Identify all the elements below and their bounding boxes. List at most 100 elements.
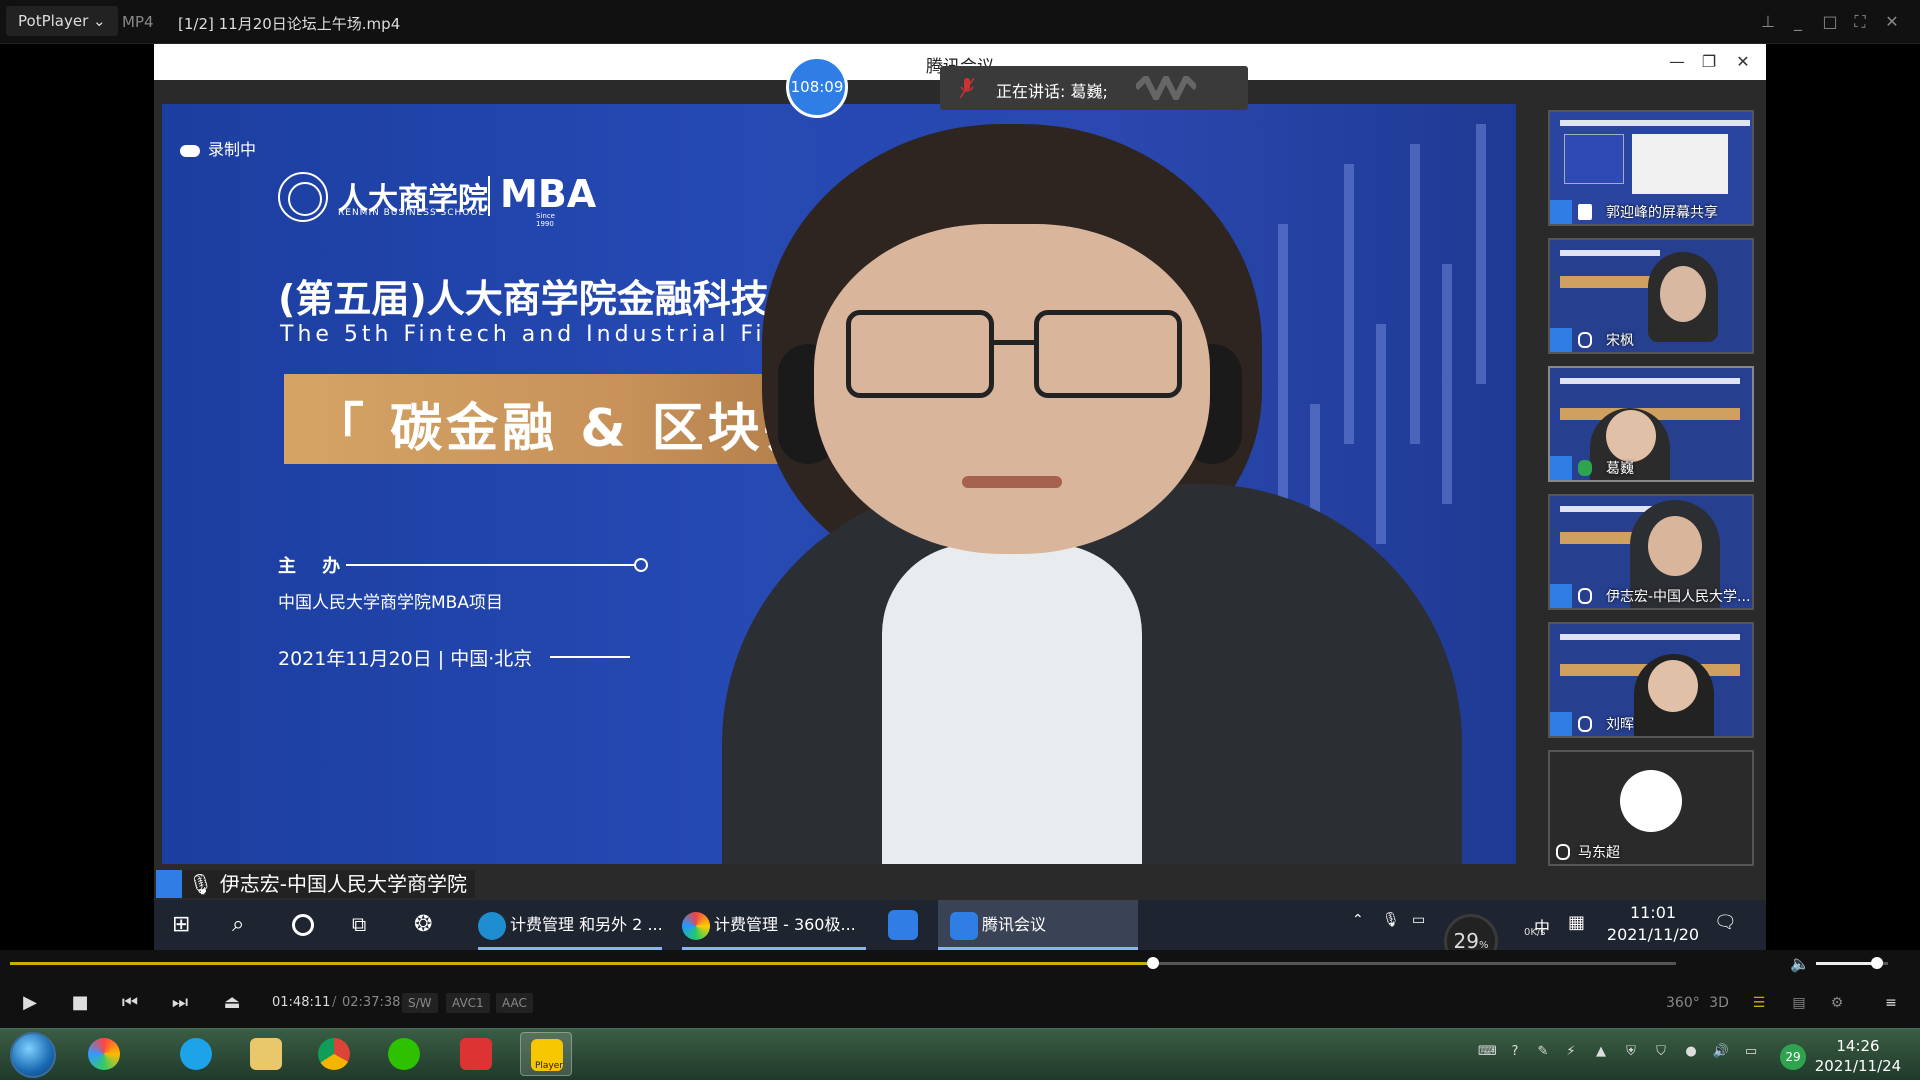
meeting-minimize-icon[interactable]: — (1664, 50, 1690, 74)
audio-codec-tag[interactable]: AAC (496, 993, 533, 1013)
menu-icon[interactable]: ≡ (1876, 990, 1906, 1016)
participant-bar: 葛巍 (1550, 456, 1750, 480)
mic-muted-icon (1556, 844, 1570, 860)
slide-title: (第五届)人大商学院金融科技 (278, 277, 769, 321)
close-button[interactable]: ✕ (1880, 10, 1904, 34)
tray-chevron-up-icon[interactable]: ⌃ (1352, 912, 1378, 938)
mic-icon[interactable]: 🎙 (1382, 912, 1408, 938)
preview-line (1560, 378, 1740, 384)
taskbar-app-tencent-meeting[interactable]: 腾讯会议 (938, 900, 1138, 950)
playlist-search-icon[interactable]: ☰ (1744, 990, 1774, 1016)
tray-badge[interactable]: 29 (1780, 1044, 1806, 1070)
volume-icon[interactable]: 🔈 (1790, 954, 1810, 974)
browser-icon (180, 1038, 212, 1070)
speaker-icon[interactable]: 🔊 (1712, 1044, 1730, 1062)
participant-bar: 伊志宏-中国人民大学... (1550, 584, 1750, 608)
audio-wave-icon (1136, 76, 1196, 100)
calendar-grid-icon[interactable]: ▦ (1568, 912, 1594, 938)
inner-clock[interactable]: 11:01 2021/11/20 (1598, 902, 1708, 946)
maximize-button[interactable]: □ (1818, 10, 1842, 34)
speaker-shirt (882, 544, 1142, 864)
user-icon (156, 870, 182, 898)
potplayer-menu-button[interactable]: PotPlayer ⌄ (6, 6, 118, 36)
settings-gear-icon[interactable]: ⚙ (1822, 990, 1852, 1016)
zoom-icon[interactable] (888, 910, 918, 940)
slide-date-place: 2021年11月20日 | 中国·北京 (278, 648, 533, 670)
taskbar-app-pinwheel[interactable] (78, 1032, 130, 1076)
minimize-button[interactable]: _ (1786, 10, 1810, 34)
speaker-mouth (962, 476, 1062, 488)
chapter-icon[interactable]: ▤ (1784, 990, 1814, 1016)
preview-banner (1560, 276, 1650, 288)
taskbar-app-explorer[interactable] (240, 1032, 292, 1076)
keyboard-icon[interactable]: ⌨ (1478, 1044, 1497, 1062)
stop-button[interactable]: ■ (66, 990, 94, 1016)
ime-indicator[interactable]: 中 (1534, 914, 1560, 940)
taskbar-app-browser[interactable] (170, 1032, 222, 1076)
network-icon[interactable]: ▭ (1742, 1044, 1760, 1062)
taskbar-app-wps[interactable] (450, 1032, 502, 1076)
meeting-restore-icon[interactable]: ❐ (1696, 50, 1722, 74)
school-seal-icon (278, 172, 328, 222)
taskbar-app-potplayer[interactable]: Player (520, 1032, 572, 1076)
participant-tile-madongchao[interactable]: 马东超 (1548, 750, 1754, 866)
screen-share-icon (1578, 204, 1592, 220)
slide-banner: 「 碳金融 & 区块链 (284, 374, 844, 464)
security-icon[interactable]: ⛨ (1622, 1044, 1640, 1062)
usb-icon[interactable]: ⚡ (1562, 1044, 1580, 1062)
glasses-icon (846, 310, 994, 398)
task-view-icon[interactable]: ⧉ (352, 912, 378, 938)
vr360-button[interactable]: 360° (1666, 990, 1700, 1016)
mic-icon: 🎙 (188, 872, 214, 896)
preview-box (1564, 134, 1624, 184)
taskbar-app-chrome[interactable] (308, 1032, 360, 1076)
meeting-close-icon[interactable]: ✕ (1730, 50, 1756, 74)
chevron-down-icon: ⌄ (93, 12, 106, 30)
mic-muted-icon (1578, 332, 1592, 348)
wps-icon (460, 1038, 492, 1070)
pen-icon[interactable]: ✎ (1534, 1044, 1552, 1062)
preview-line (1560, 120, 1750, 126)
preview-line (1560, 250, 1660, 256)
360-browser-icon (682, 911, 710, 940)
tray-expand-icon[interactable]: ▲ (1592, 1044, 1610, 1062)
mic-icon (1578, 588, 1592, 604)
notification-icon[interactable]: 🗨 (1714, 912, 1740, 938)
taskbar-app-wechat[interactable] (378, 1032, 430, 1076)
participant-tile-liuhui[interactable]: 刘晖 (1548, 622, 1754, 738)
participant-tile-songfeng[interactable]: 宋枫 (1548, 238, 1754, 354)
ime-icon[interactable]: ● (1682, 1044, 1700, 1062)
speaking-indicator: 正在讲话: 葛巍; (940, 66, 1248, 110)
participant-tile-screen-share[interactable]: 郭迎峰的屏幕共享 (1548, 110, 1754, 226)
slide-organizer: 中国人民大学商学院MBA项目 (278, 593, 503, 613)
host-clock[interactable]: 14:26 2021/11/24 (1808, 1036, 1908, 1076)
seek-handle[interactable] (1146, 957, 1159, 969)
decoder-tag[interactable]: S/W (402, 993, 438, 1013)
next-button[interactable]: ⏭ (166, 990, 194, 1016)
logo-since-text: Since 1990 (536, 212, 555, 228)
meeting-timer[interactable]: 108:09 (786, 56, 848, 118)
windows-orb-icon[interactable] (10, 1032, 56, 1078)
help-icon[interactable]: ? (1506, 1044, 1524, 1062)
participant-tile-gewei[interactable]: 葛巍 (1548, 366, 1754, 482)
pin-icon[interactable]: ⊥ (1756, 10, 1780, 34)
shield-icon[interactable]: ⛉ (1652, 1044, 1670, 1062)
participant-tile-yizhihong[interactable]: 伊志宏-中国人民大学... (1548, 494, 1754, 610)
search-icon[interactable]: ⌕ (232, 912, 258, 938)
taskbar-app-edge[interactable]: 计费管理 和另外 2 ... (478, 900, 663, 950)
video-codec-tag[interactable]: AVC1 (446, 993, 490, 1013)
battery-icon[interactable]: ▭ (1412, 912, 1438, 938)
glasses-icon (1034, 310, 1182, 398)
eject-icon[interactable]: ⏏ (218, 990, 246, 1016)
play-button[interactable]: ▶ (16, 990, 44, 1016)
preview-doc (1632, 134, 1728, 194)
tencent-meeting-icon (950, 911, 978, 940)
pinwheel-icon (88, 1038, 120, 1070)
windows-start-icon[interactable]: ⊞ (172, 912, 198, 938)
app-sogou-icon[interactable]: ❂ (414, 912, 440, 938)
3d-button[interactable]: 3D (1704, 990, 1734, 1016)
previous-button[interactable]: ⏮ (116, 990, 144, 1016)
cortana-icon[interactable] (292, 914, 314, 936)
taskbar-app-360[interactable]: 计费管理 - 360极... (682, 900, 866, 950)
fullscreen-button[interactable]: ⛶ (1848, 10, 1872, 34)
